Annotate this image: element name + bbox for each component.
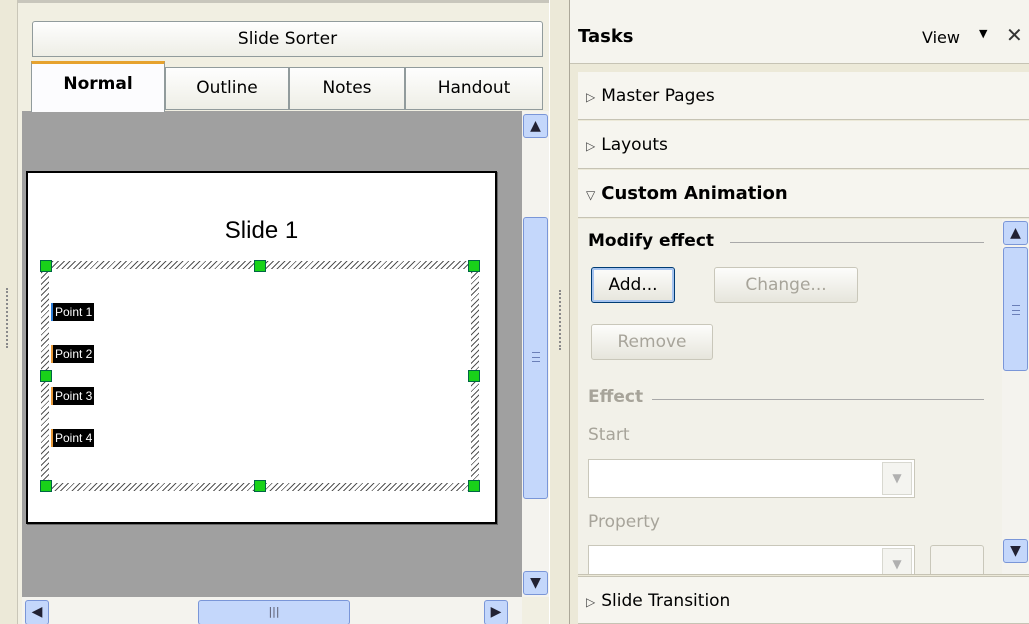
bullet-point[interactable]: Point 3: [51, 387, 95, 405]
change-button[interactable]: Change...: [714, 267, 858, 303]
task-scroll-thumb[interactable]: [1003, 247, 1028, 371]
expand-icon: ▷: [586, 595, 596, 609]
vertical-scroll-thumb[interactable]: [523, 217, 548, 499]
modify-effect-label: Modify effect: [588, 231, 715, 251]
resize-handle[interactable]: [468, 370, 480, 382]
resize-handle[interactable]: [40, 260, 52, 272]
resize-handle[interactable]: [468, 260, 480, 272]
divider: [730, 242, 984, 243]
view-menu[interactable]: View: [922, 28, 960, 47]
view-dropdown-icon[interactable]: ▼: [979, 27, 987, 40]
property-select[interactable]: ▼: [588, 545, 915, 574]
task-pane-scrollbar[interactable]: ▲ ▼: [1002, 219, 1029, 574]
scroll-up-icon[interactable]: ▲: [1003, 221, 1028, 245]
bullet-point[interactable]: Point 1: [51, 303, 95, 321]
property-options-button[interactable]: [930, 545, 984, 574]
scroll-left-icon[interactable]: ◀: [25, 600, 49, 624]
resize-handle[interactable]: [254, 260, 266, 272]
resize-handle[interactable]: [40, 370, 52, 382]
expand-icon: ▷: [586, 90, 596, 104]
resize-handle[interactable]: [254, 480, 266, 492]
bullet-point[interactable]: Point 2: [51, 345, 95, 363]
section-label: Master Pages: [601, 86, 715, 106]
section-layouts[interactable]: ▷ Layouts: [578, 121, 1029, 169]
resize-handle[interactable]: [468, 480, 480, 492]
tab-slide-sorter[interactable]: Slide Sorter: [32, 21, 543, 57]
task-pane-header: Tasks View ▼ ✕: [570, 0, 1029, 64]
task-pane-title: Tasks: [578, 26, 634, 47]
pane-splitter[interactable]: [549, 0, 570, 624]
left-resize-grip[interactable]: [6, 288, 9, 348]
custom-animation-panel: Modify effect Add... Change... Remove Ef…: [578, 219, 1029, 575]
section-master-pages[interactable]: ▷ Master Pages: [578, 72, 1029, 120]
horizontal-scroll-thumb[interactable]: |||: [198, 600, 350, 624]
slide-title[interactable]: Slide 1: [28, 217, 495, 245]
section-slide-transition[interactable]: ▷ Slide Transition: [578, 576, 1029, 624]
splitter-grip[interactable]: [559, 290, 562, 350]
scroll-up-icon[interactable]: ▲: [523, 114, 548, 138]
divider: [652, 399, 984, 400]
start-label: Start: [588, 425, 630, 445]
slide-horizontal-scrollbar[interactable]: ◀ ||| ▶: [22, 597, 522, 624]
scroll-down-icon[interactable]: ▼: [523, 571, 548, 595]
resize-handle[interactable]: [40, 480, 52, 492]
slide[interactable]: Slide 1 Point 1 Point 2 Point 3 Point 4: [26, 171, 497, 524]
bullet-point[interactable]: Point 4: [51, 429, 95, 447]
task-pane: Tasks View ▼ ✕ ▷ Master Pages ▷ Layouts ▽ C…: [570, 0, 1029, 624]
slide-vertical-scrollbar[interactable]: ▲ ▼: [522, 111, 549, 597]
scroll-down-icon[interactable]: ▼: [1003, 539, 1028, 563]
slide-canvas[interactable]: Slide 1 Point 1 Point 2 Point 3 Point 4: [22, 111, 522, 597]
tab-notes[interactable]: Notes: [289, 67, 405, 110]
section-label: Custom Animation: [601, 183, 788, 204]
tab-normal[interactable]: Normal: [31, 61, 165, 112]
start-select[interactable]: ▼: [588, 459, 915, 498]
effect-label: Effect: [588, 387, 644, 407]
expand-icon: ▷: [586, 139, 596, 153]
tab-outline[interactable]: Outline: [165, 67, 289, 110]
chevron-down-icon[interactable]: ▼: [882, 548, 912, 574]
property-label: Property: [588, 512, 660, 532]
add-button[interactable]: Add...: [591, 267, 675, 303]
text-box-content[interactable]: Point 1 Point 2 Point 3 Point 4: [49, 269, 471, 483]
grip-icon: [532, 352, 540, 362]
scroll-right-icon[interactable]: ▶: [484, 600, 508, 624]
section-custom-animation[interactable]: ▽ Custom Animation: [578, 170, 1029, 218]
remove-button[interactable]: Remove: [591, 324, 713, 360]
slide-view-pane: Slide Sorter Normal Outline Notes Handou…: [18, 0, 549, 624]
close-icon[interactable]: ✕: [1006, 23, 1023, 47]
tab-handout[interactable]: Handout: [405, 67, 543, 110]
chevron-down-icon[interactable]: ▼: [882, 462, 912, 495]
grip-icon: [1012, 305, 1020, 315]
section-label: Slide Transition: [601, 591, 731, 611]
selected-text-box[interactable]: Point 1 Point 2 Point 3 Point 4: [40, 260, 480, 492]
section-label: Layouts: [601, 135, 668, 155]
collapse-icon: ▽: [586, 188, 596, 202]
left-edge-strip: [0, 0, 18, 624]
